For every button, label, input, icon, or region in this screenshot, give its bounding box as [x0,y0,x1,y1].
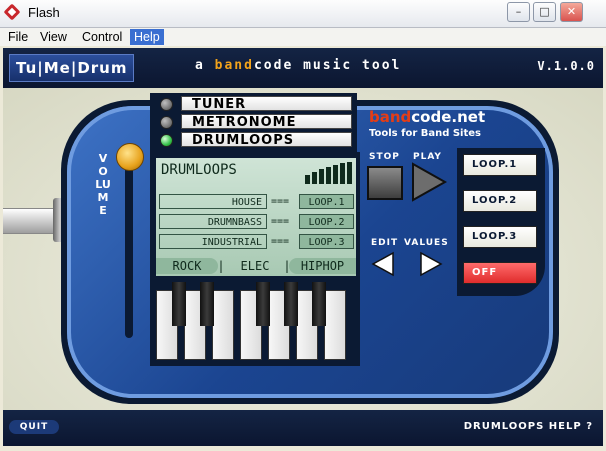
tumedrum-logo: Tu|Me|Drum [9,54,135,82]
genre-drumnbass: DRUMNBASS [159,214,267,229]
tagline-suffix: code music tool [253,58,402,73]
arrow-right-icon [420,251,443,277]
genre-house: HOUSE [159,194,267,209]
piano-black-key[interactable] [172,282,186,326]
play-label: PLAY [413,152,442,162]
level-meter-icon [305,162,353,184]
style-rock-tab[interactable]: ROCK [156,258,218,274]
stop-button[interactable] [367,166,403,200]
title-bar: Flash – □ ✕ [0,0,606,28]
tuner-led [160,98,173,111]
tagline: a bandcode music tool [195,58,401,73]
level-bar [333,165,338,184]
genre-separator: === [271,216,290,227]
loop-3-button[interactable]: LOOP.3 [463,226,537,248]
values-label: VALUES [404,238,449,248]
style-separator: | [217,259,225,273]
menu-view[interactable]: View [36,29,71,45]
level-bar [305,175,310,184]
stop-label: STOP [369,152,400,162]
version-label: V.1.0.0 [537,59,595,73]
piano-black-key[interactable] [284,282,298,326]
genre-industrial: INDUSTRIAL [159,234,267,249]
lcd-loop-2[interactable]: LOOP.2 [299,214,354,229]
volume-label: VOLUME [95,152,111,217]
app-footer: QUIT DRUMLOOPS HELP ? [3,410,603,446]
quit-button[interactable]: QUIT [9,420,59,434]
level-bar [347,162,352,184]
drumloops-led [160,134,173,147]
menu-help[interactable]: Help [130,29,164,45]
edit-next-button[interactable] [417,250,445,278]
style-hiphop-tab[interactable]: HIPHOP [289,258,356,274]
play-button[interactable] [409,162,449,202]
volume-slider-knob[interactable] [116,143,144,171]
tuner-button[interactable]: TUNER [181,96,352,112]
edit-label: EDIT [371,238,399,248]
drumloops-button[interactable]: DRUMLOOPS [181,132,352,148]
app-header: Tu|Me|Drum a bandcode music tool V.1.0.0 [3,48,603,88]
level-bar [312,172,317,184]
level-bar [326,167,331,184]
genre-separator: === [271,196,290,207]
piano-black-key[interactable] [312,282,326,326]
style-elec-tab[interactable]: ELEC [225,258,285,274]
piano-white-key[interactable] [324,290,346,360]
menu-control[interactable]: Control [78,29,126,45]
menu-bar: File View Control Help [0,28,606,46]
menu-file[interactable]: File [4,29,32,45]
arrow-left-icon [371,251,394,277]
loop-off-button[interactable]: OFF [463,262,537,284]
metronome-led [160,116,173,129]
tagline-prefix: a [195,58,215,73]
level-bar [319,169,324,184]
minimize-button[interactable]: – [507,2,530,22]
level-bar [340,163,345,184]
play-icon [412,162,448,202]
window-title: Flash [28,5,60,20]
piano-black-key[interactable] [200,282,214,326]
metronome-button[interactable]: METRONOME [181,114,352,130]
loop-1-button[interactable]: LOOP.1 [463,154,537,176]
brand-subtitle: Tools for Band Sites [369,128,482,139]
brand-highlight: band [369,108,412,126]
brand-rest: code.net [411,108,486,126]
loop-2-button[interactable]: LOOP.2 [463,190,537,212]
lcd-loop-3[interactable]: LOOP.3 [299,234,354,249]
lcd-title: DRUMLOOPS [161,162,237,178]
volume-slider-track[interactable] [125,156,133,338]
piano-white-key[interactable] [212,290,234,360]
close-button[interactable]: ✕ [560,2,583,22]
flash-stage: Tu|Me|Drum a bandcode music tool V.1.0.0… [3,48,603,446]
lcd-loop-1[interactable]: LOOP.1 [299,194,354,209]
tagline-brand: band [214,58,254,73]
piano-black-key[interactable] [256,282,270,326]
edit-prev-button[interactable] [369,250,397,278]
maximize-button[interactable]: □ [533,2,556,22]
bandcode-brand: bandcode.net [369,108,485,126]
genre-separator: === [271,236,290,247]
drumloops-help-link[interactable]: DRUMLOOPS HELP ? [464,421,593,432]
